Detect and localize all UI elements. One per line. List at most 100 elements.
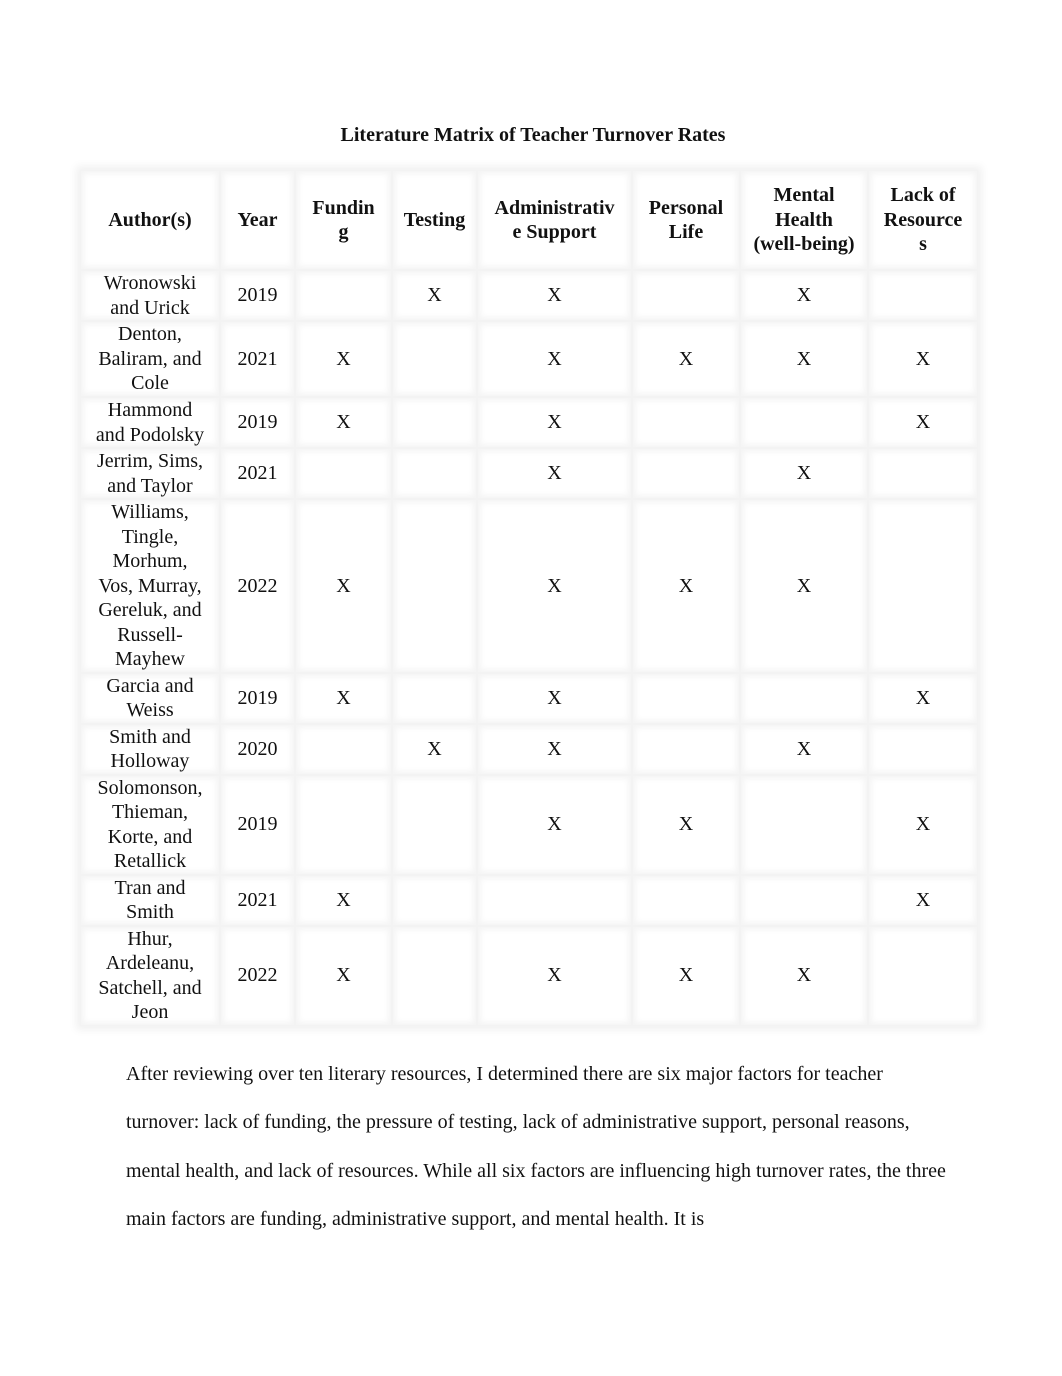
cell-authors: Wronowski and Urick bbox=[80, 270, 220, 321]
cell-testing: X bbox=[392, 270, 477, 321]
cell-testing bbox=[392, 499, 477, 673]
cell-testing bbox=[392, 774, 477, 875]
cell-personal-life bbox=[632, 672, 740, 724]
cell-admin-support: X bbox=[477, 270, 632, 321]
author-text: Hammond bbox=[107, 399, 193, 421]
cell-lack-of-resources: X bbox=[868, 874, 978, 926]
cell-testing: X bbox=[392, 723, 477, 775]
table-row: Tran and Smith 2021 X X bbox=[80, 874, 978, 926]
cell-personal-life: X bbox=[632, 321, 740, 397]
cell-year: 2019 bbox=[220, 672, 295, 724]
author-text: and Urick bbox=[110, 296, 190, 319]
author-text: Retallick bbox=[113, 850, 187, 872]
header-text: e Support bbox=[512, 221, 597, 243]
cell-mental-health: X bbox=[740, 925, 868, 1026]
author-text: Jeon bbox=[131, 1001, 169, 1023]
author-text: Morhum, bbox=[112, 550, 188, 572]
author-text: Mayhew bbox=[115, 648, 185, 670]
author-text: Wronowski bbox=[103, 272, 197, 294]
author-text: Vos, Murray, bbox=[98, 574, 202, 597]
header-authors: Author(s) bbox=[80, 170, 220, 270]
header-testing: Testing bbox=[392, 170, 477, 270]
cell-mental-health: X bbox=[740, 321, 868, 397]
header-text: (well-being) bbox=[753, 233, 855, 256]
header-text: Year bbox=[237, 208, 278, 231]
cell-lack-of-resources: X bbox=[868, 397, 978, 448]
cell-funding: X bbox=[295, 499, 392, 673]
author-text: Williams, bbox=[111, 501, 189, 523]
author-text: Gereluk, and bbox=[98, 599, 202, 621]
cell-lack-of-resources bbox=[868, 925, 978, 1026]
header-admin-support: Administrativ e Support bbox=[477, 170, 632, 270]
cell-lack-of-resources: X bbox=[868, 774, 978, 875]
cell-admin-support bbox=[477, 874, 632, 926]
cell-year: 2019 bbox=[220, 270, 295, 321]
cell-mental-health bbox=[740, 774, 868, 875]
cell-personal-life bbox=[632, 723, 740, 775]
literature-matrix-table: Author(s) Year Fundin g Testing Administrativ… bbox=[80, 170, 978, 1026]
cell-funding: X bbox=[295, 874, 392, 926]
header-text: Lack of bbox=[890, 184, 956, 207]
cell-funding bbox=[295, 774, 392, 875]
author-text: Russell- bbox=[117, 623, 183, 646]
cell-lack-of-resources: X bbox=[868, 321, 978, 397]
cell-mental-health bbox=[740, 672, 868, 724]
author-text: Thieman, bbox=[111, 801, 189, 823]
author-text: Denton, bbox=[118, 323, 182, 346]
cell-testing bbox=[392, 874, 477, 926]
table-row: Williams, Tingle, Morhum, Vos, Murray, Gerel… bbox=[80, 499, 978, 673]
cell-admin-support: X bbox=[477, 321, 632, 397]
cell-testing bbox=[392, 321, 477, 397]
cell-personal-life bbox=[632, 270, 740, 321]
cell-funding: X bbox=[295, 321, 392, 397]
table-row: Garcia and Weiss 2019 X X X bbox=[80, 672, 978, 724]
table-row: Wronowski and Urick 2019 X X X bbox=[80, 270, 978, 321]
author-text: Jerrim, Sims, bbox=[96, 450, 204, 472]
author-text: and Taylor bbox=[107, 474, 193, 497]
header-row: Author(s) Year Fundin g Testing Administrativ… bbox=[80, 170, 978, 270]
cell-testing bbox=[392, 925, 477, 1026]
author-text: Tran and bbox=[114, 876, 186, 899]
cell-personal-life: X bbox=[632, 499, 740, 673]
header-mental-health: Mental Health (well-being) bbox=[740, 170, 868, 270]
cell-funding bbox=[295, 270, 392, 321]
table-row: Solomonson, Thieman, Korte, and Retallick 20… bbox=[80, 774, 978, 875]
table-body: Wronowski and Urick 2019 X X X Denton, Baliram,… bbox=[80, 270, 978, 1026]
cell-year: 2021 bbox=[220, 874, 295, 926]
author-text: Hhur, bbox=[127, 927, 173, 950]
cell-personal-life bbox=[632, 397, 740, 448]
cell-mental-health bbox=[740, 874, 868, 926]
cell-testing bbox=[392, 672, 477, 724]
cell-mental-health bbox=[740, 397, 868, 448]
cell-funding: X bbox=[295, 925, 392, 1026]
cell-funding: X bbox=[295, 397, 392, 448]
cell-testing bbox=[392, 397, 477, 448]
cell-admin-support: X bbox=[477, 499, 632, 673]
cell-year: 2019 bbox=[220, 774, 295, 875]
cell-personal-life bbox=[632, 874, 740, 926]
document-title: Literature Matrix of Teacher Turnover Ra… bbox=[340, 124, 726, 146]
cell-admin-support: X bbox=[477, 925, 632, 1026]
author-text: Satchell, and bbox=[98, 976, 202, 999]
cell-authors: Tran and Smith bbox=[80, 874, 220, 926]
cell-year: 2021 bbox=[220, 448, 295, 499]
author-text: Garcia and bbox=[106, 674, 194, 697]
author-text: Baliram, and bbox=[98, 347, 202, 370]
header-funding: Fundin g bbox=[295, 170, 392, 270]
cell-personal-life: X bbox=[632, 774, 740, 875]
cell-funding bbox=[295, 723, 392, 775]
cell-year: 2019 bbox=[220, 397, 295, 448]
header-year: Year bbox=[220, 170, 295, 270]
cell-authors: Hammond and Podolsky bbox=[80, 397, 220, 448]
author-text: Smith and bbox=[109, 725, 191, 748]
cell-authors: Smith and Holloway bbox=[80, 723, 220, 775]
cell-personal-life: X bbox=[632, 925, 740, 1026]
cell-year: 2022 bbox=[220, 925, 295, 1026]
cell-funding bbox=[295, 448, 392, 499]
cell-personal-life bbox=[632, 448, 740, 499]
cell-admin-support: X bbox=[477, 774, 632, 875]
header-text: s bbox=[919, 233, 927, 256]
header-text: Administrativ bbox=[494, 196, 615, 219]
cell-lack-of-resources: X bbox=[868, 672, 978, 724]
table-row: Hhur, Ardeleanu, Satchell, and Jeon 2022 X X X X bbox=[80, 925, 978, 1026]
